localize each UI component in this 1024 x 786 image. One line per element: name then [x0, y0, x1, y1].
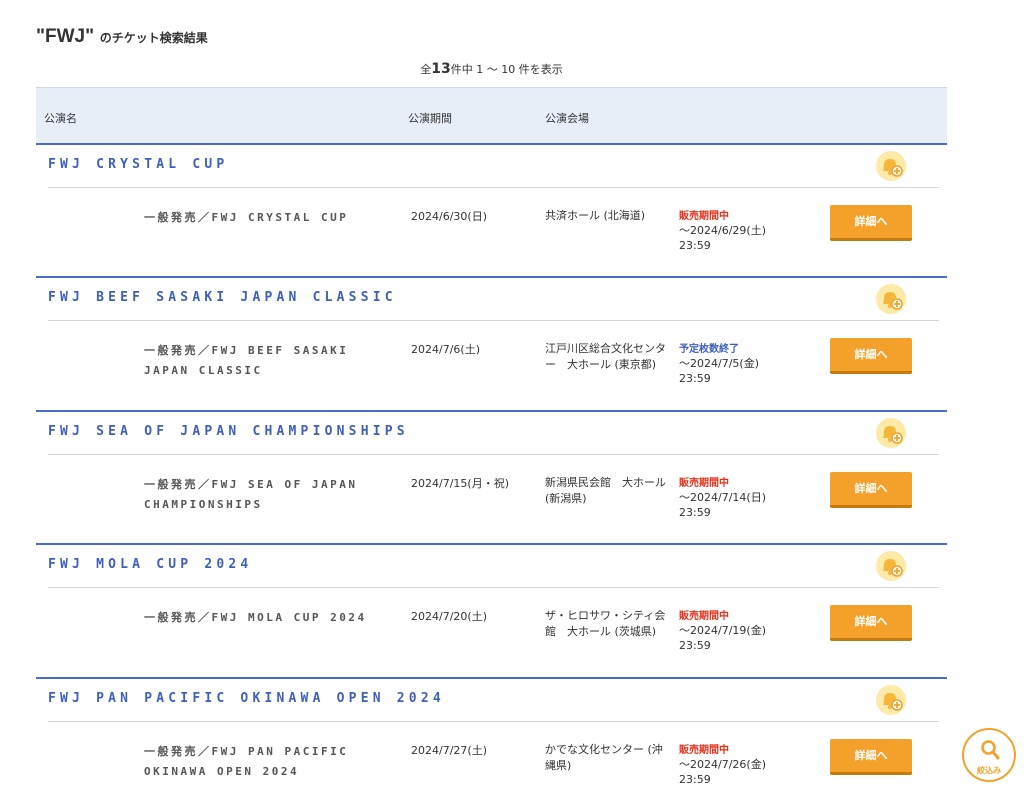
sale-status: 販売期間中 — [679, 611, 729, 622]
detail-button[interactable]: 詳細へ — [830, 605, 912, 641]
bell-plus-icon — [883, 426, 903, 444]
sale-name: 一般発売／FWJ MOLA CUP 2024 — [144, 611, 367, 624]
sale-status: 販売期間中 — [679, 478, 729, 489]
divider — [48, 721, 939, 722]
page-title: "FWJ" のチケット検索結果 — [36, 26, 208, 48]
table-header: 公演名 公演期間 公演会場 — [36, 87, 947, 144]
detail-button[interactable]: 詳細へ — [830, 472, 912, 508]
detail-button[interactable]: 詳細へ — [830, 338, 912, 374]
sale-status: 販売期間中 — [679, 745, 729, 756]
event-block: FWJ BEEF SASAKI JAPAN CLASSIC 一般発売／FWJ B… — [36, 276, 947, 410]
event-date: 2024/7/20(土) — [411, 610, 487, 623]
sale-name: 一般発売／FWJ BEEF SASAKI JAPAN CLASSIC — [144, 344, 349, 377]
detail-button[interactable]: 詳細へ — [830, 205, 912, 241]
sale-status: 販売期間中 — [679, 211, 729, 222]
sale-status: 予定枚数終了 — [679, 344, 739, 355]
search-query: "FWJ" — [36, 26, 95, 47]
filter-label: 絞込み — [977, 766, 1001, 775]
event-block: FWJ SEA OF JAPAN CHAMPIONSHIPS 一般発売／FWJ … — [36, 410, 947, 544]
event-title[interactable]: FWJ MOLA CUP 2024 — [48, 557, 252, 572]
total-count: 13 — [431, 61, 451, 77]
event-block: FWJ MOLA CUP 2024 一般発売／FWJ MOLA CUP 2024… — [36, 543, 947, 677]
event-venue: 共済ホール (北海道) — [545, 209, 646, 222]
event-date: 2024/6/30(日) — [411, 210, 487, 223]
sale-name: 一般発売／FWJ CRYSTAL CUP — [144, 211, 349, 224]
favorite-button[interactable] — [876, 418, 906, 448]
sale-deadline: ～2024/7/5(金) 23:59 — [679, 357, 759, 385]
event-title[interactable]: FWJ SEA OF JAPAN CHAMPIONSHIPS — [48, 424, 409, 439]
favorite-button[interactable] — [876, 151, 906, 181]
bell-plus-icon — [883, 159, 903, 177]
bell-plus-icon — [883, 693, 903, 711]
sale-name: 一般発売／FWJ SEA OF JAPAN CHAMPIONSHIPS — [144, 478, 358, 511]
sale-name: 一般発売／FWJ PAN PACIFIC OKINAWA OPEN 2024 — [144, 745, 349, 778]
column-header-venue: 公演会場 — [545, 112, 589, 125]
page-title-suffix: のチケット検索結果 — [99, 31, 208, 45]
divider — [48, 587, 939, 588]
event-date: 2024/7/15(月・祝) — [411, 477, 509, 490]
event-title[interactable]: FWJ CRYSTAL CUP — [48, 157, 228, 172]
favorite-button[interactable] — [876, 685, 906, 715]
bell-plus-icon — [883, 559, 903, 577]
event-block: FWJ PAN PACIFIC OKINAWA OPEN 2024 一般発売／F… — [36, 677, 947, 786]
sale-deadline: ～2024/7/19(金) 23:59 — [679, 624, 766, 652]
event-venue: 新潟県民会館 大ホール (新潟県) — [545, 476, 666, 505]
event-venue: 江戸川区総合文化センター 大ホール (東京都) — [545, 342, 666, 371]
divider — [48, 454, 939, 455]
sale-deadline: ～2024/7/26(金) 23:59 — [679, 758, 766, 786]
result-count: 全13件中 1 ～ 10 件を表示 — [420, 61, 563, 77]
divider — [48, 187, 939, 188]
divider — [48, 320, 939, 321]
favorite-button[interactable] — [876, 551, 906, 581]
favorite-button[interactable] — [876, 284, 906, 314]
event-block: FWJ CRYSTAL CUP 一般発売／FWJ CRYSTAL CUP 202… — [36, 143, 947, 277]
search-icon — [981, 740, 1000, 760]
event-date: 2024/7/27(土) — [411, 744, 487, 757]
event-venue: ザ・ヒロサワ・シティ会館 大ホール (茨城県) — [545, 609, 666, 638]
sale-deadline: ～2024/6/29(土) 23:59 — [679, 224, 766, 252]
event-title[interactable]: FWJ BEEF SASAKI JAPAN CLASSIC — [48, 290, 397, 305]
bell-plus-icon — [883, 292, 903, 310]
column-header-period: 公演期間 — [408, 112, 452, 125]
event-title[interactable]: FWJ PAN PACIFIC OKINAWA OPEN 2024 — [48, 691, 445, 706]
event-venue: かでな文化センター (沖縄県) — [545, 743, 663, 772]
column-header-name: 公演名 — [44, 112, 77, 125]
detail-button[interactable]: 詳細へ — [830, 739, 912, 775]
sale-deadline: ～2024/7/14(日) 23:59 — [679, 491, 766, 519]
event-date: 2024/7/6(土) — [411, 343, 480, 356]
filter-button[interactable]: 絞込み — [962, 728, 1016, 782]
